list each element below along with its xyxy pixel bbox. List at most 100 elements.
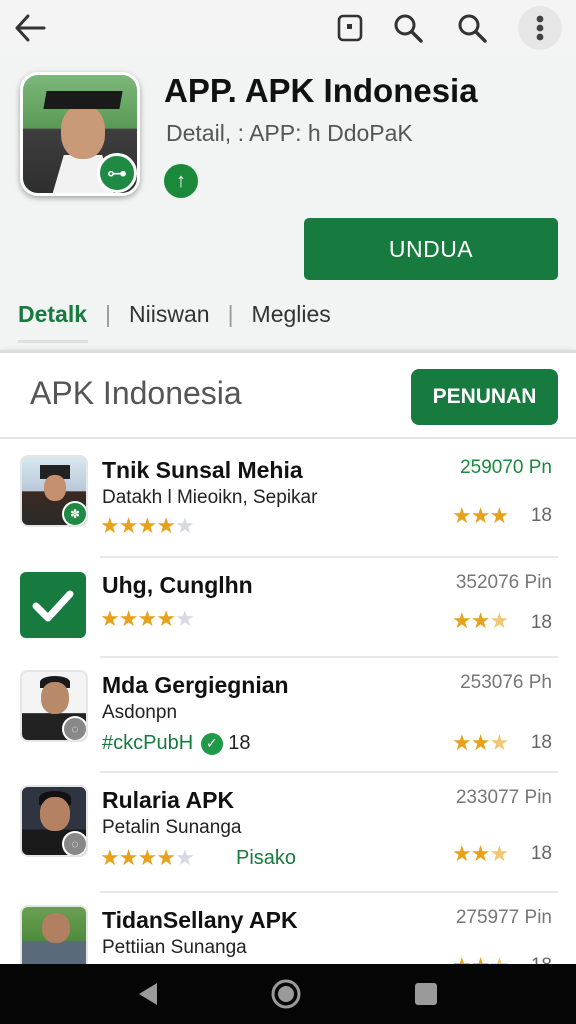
star-icon: ★ (118, 606, 139, 631)
list-title: APK Indonesia (30, 375, 242, 411)
app-thumbnail: ◌ (20, 785, 88, 857)
star-icon: ★ (156, 845, 176, 870)
divider (100, 556, 558, 558)
star-icon: ★ (489, 841, 509, 866)
star-rating: ★★★ (452, 608, 509, 634)
star-rating: ★★★ (452, 730, 509, 756)
app-count: 259070 Pn (460, 457, 552, 478)
tab-switcher-icon[interactable] (330, 8, 370, 48)
checkmark-icon (32, 590, 74, 622)
star-icon: ★ (489, 608, 509, 633)
star-icon: ★ (452, 841, 472, 866)
more-vert-icon[interactable] (518, 6, 562, 50)
install-button[interactable]: UNDUA (304, 218, 558, 280)
app-name: Rularia APK (102, 787, 235, 813)
list-item[interactable]: TidanSellany APK Pettiian Sunanga 275977… (0, 891, 576, 964)
app-thumbnail: ✽ (20, 455, 88, 527)
star-icon: ★ (452, 730, 472, 755)
app-count: 275977 Pin (455, 907, 552, 928)
star-rating: ★★★ (452, 503, 509, 529)
divider (100, 771, 558, 773)
star-icon: ★ (471, 953, 491, 964)
star-icon: ★ (470, 730, 491, 755)
review-count: 18 (530, 612, 552, 633)
app-name: Tnik Sunsal Mehia (102, 457, 303, 483)
star-icon: ★ (100, 845, 120, 870)
link-badge-icon: ⊶ (97, 153, 137, 193)
app-name: Mda Gergiegnian (102, 672, 289, 698)
check-circle-icon: ✓ (200, 732, 223, 755)
star-icon: ★ (174, 606, 195, 631)
star-icon: ★ (489, 503, 509, 528)
tab-niiswan[interactable]: Niiswan (129, 301, 210, 328)
list-action-button[interactable]: PENUNAN (411, 369, 558, 425)
star-icon: ★ (452, 953, 472, 964)
star-icon: ★ (470, 608, 491, 633)
tab-indicator (18, 340, 88, 343)
app-desc: Asdonpn (102, 702, 178, 723)
nav-back-icon[interactable] (132, 978, 164, 1010)
star-icon: ★ (174, 845, 195, 870)
list-item[interactable]: ◌ Rularia APK Petalin Sunanga ★★★★★ Pisa… (0, 771, 576, 886)
app-thumbnail: ◌ (20, 670, 88, 742)
star-icon: ★ (118, 845, 139, 870)
system-nav-bar (0, 964, 576, 1024)
star-icon: ★ (137, 513, 157, 538)
star-icon: ★ (452, 608, 472, 633)
app-name: TidanSellany APK (102, 907, 298, 933)
nav-recents-icon[interactable] (410, 978, 442, 1010)
review-count: 18 (530, 732, 552, 753)
star-icon: ★ (452, 503, 472, 528)
app-desc: Petalin Sunanga (102, 817, 242, 838)
verified-icon: ↑ (164, 164, 198, 198)
search-icon[interactable] (388, 8, 428, 48)
app-subtitle: Detail, : APP: h DdoPaK (166, 120, 413, 146)
app-count: 233077 Pin (455, 787, 552, 808)
star-rating: ★★★★★ (100, 606, 195, 632)
star-icon: ★ (489, 730, 509, 755)
tab-meglies[interactable]: Meglies (252, 301, 331, 328)
app-tag-count: 18 (228, 732, 251, 754)
list-item[interactable]: ◌ Mda Gergiegnian Asdonpn #ckcPubH ✓ 18 … (0, 656, 576, 771)
star-icon: ★ (156, 513, 176, 538)
star-rating: ★★★★★ (100, 513, 195, 539)
top-app-bar (0, 0, 576, 56)
app-icon: ⊶ (20, 72, 140, 196)
star-icon: ★ (174, 513, 195, 538)
app-badge-icon: ◌ (62, 716, 86, 740)
app-name: Uhg, Cunglhn (102, 572, 253, 598)
app-tag-label: #ckcPubH (102, 732, 194, 754)
review-count: 18 (530, 505, 552, 526)
search-icon[interactable] (452, 8, 492, 48)
app-badge-icon: ◌ (62, 831, 86, 855)
app-tag: #ckcPubH ✓ 18 (102, 732, 251, 755)
list-item[interactable]: ✽ Tnik Sunsal Mehia Datakh l Mieoikn, Se… (0, 441, 576, 556)
star-icon: ★ (137, 606, 157, 631)
app-title: APP. APK Indonesia (164, 72, 478, 109)
tab-detail[interactable]: Detalk (18, 301, 87, 328)
tab-divider: | (105, 300, 112, 327)
star-rating: ★★★★★ (100, 845, 195, 871)
star-icon: ★ (100, 513, 120, 538)
nav-home-icon[interactable] (270, 978, 302, 1010)
app-list-card: APK Indonesia PENUNAN ✽ Tnik Sunsal Mehi… (0, 350, 576, 964)
review-count: 18 (531, 955, 552, 964)
back-arrow-icon[interactable] (10, 8, 50, 48)
star-rating: ★★★ (452, 841, 509, 867)
star-rating: ★★★ (452, 953, 509, 964)
star-icon: ★ (137, 845, 157, 870)
list-item[interactable]: Uhg, Cunglhn 352076 Pin ★★★★★ ★★★ 18 (0, 556, 576, 671)
app-thumbnail (20, 905, 88, 964)
review-count: 18 (530, 843, 552, 864)
app-header: ⊶ APP. APK Indonesia Detail, : APP: h Dd… (0, 56, 576, 346)
divider (0, 437, 576, 439)
star-icon: ★ (100, 606, 120, 631)
app-desc: Pettiian Sunanga (102, 937, 247, 958)
tab-divider: | (227, 300, 234, 327)
divider (100, 656, 558, 658)
star-icon: ★ (156, 606, 176, 631)
app-badge-icon: ✽ (62, 501, 86, 525)
app-thumbnail (20, 572, 86, 638)
app-count: 352076 Pin (455, 572, 552, 593)
star-icon: ★ (470, 841, 491, 866)
